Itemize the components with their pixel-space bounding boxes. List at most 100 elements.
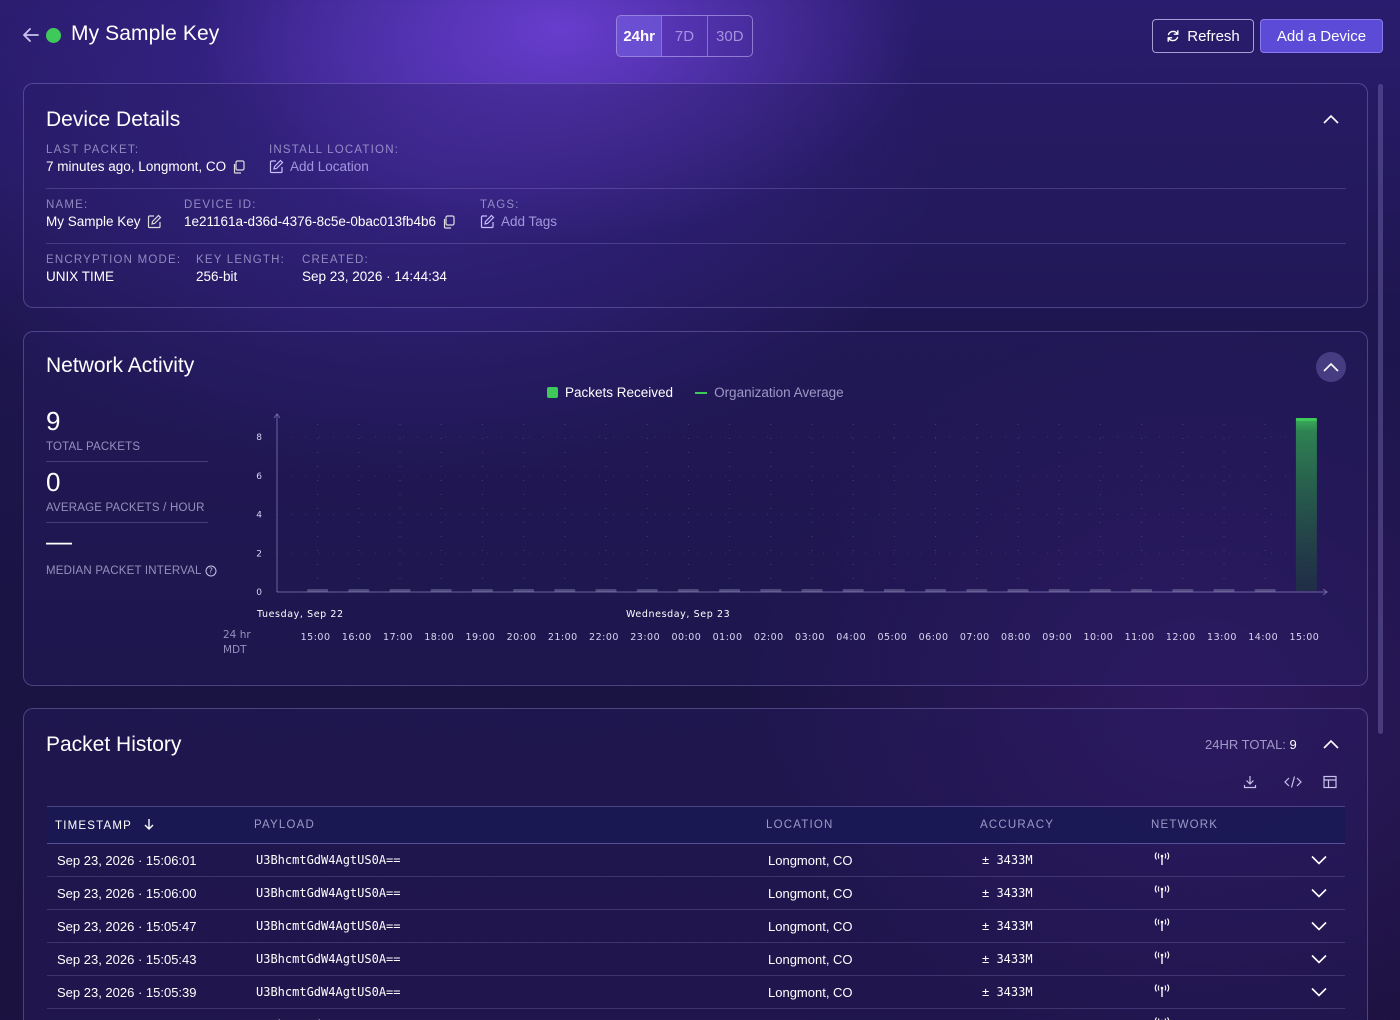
column-payload[interactable]: PAYLOAD xyxy=(246,807,758,844)
tags-field: TAGS: Add Tags xyxy=(480,199,557,229)
packet-history-collapse-button[interactable] xyxy=(1316,729,1346,759)
row-expand-button[interactable] xyxy=(1301,1009,1345,1020)
row-network xyxy=(1143,943,1301,976)
edit-icon[interactable] xyxy=(147,214,162,229)
chevron-down-icon xyxy=(1311,954,1327,964)
x-tick-label: 11:00 xyxy=(1125,632,1155,643)
signal-tower-icon xyxy=(1154,884,1170,898)
table-row[interactable]: Sep 23, 2026 · 15:06:00 U3BhcmtGdW4AgtUS0… xyxy=(47,877,1345,910)
add-device-button[interactable]: Add a Device xyxy=(1260,19,1383,53)
column-timestamp[interactable]: TIMESTAMP xyxy=(47,807,246,844)
row-accuracy: ± 3433M xyxy=(982,919,1033,933)
download-icon xyxy=(1243,776,1257,789)
chart-bar xyxy=(677,589,699,592)
row-accuracy: ± 3433M xyxy=(982,952,1033,966)
row-expand-button[interactable] xyxy=(1301,877,1345,910)
y-tick-label: 6 xyxy=(256,472,262,482)
top-bar: My Sample Key 24hr 7D 30D Refresh Add a … xyxy=(0,0,1400,72)
chart-bar xyxy=(348,589,370,592)
chart-bar xyxy=(430,589,452,592)
key-length-label: KEY LENGTH: xyxy=(196,254,286,266)
packet-total-value: 9 xyxy=(1289,737,1297,752)
last-packet-value: 7 minutes ago, Longmont, CO xyxy=(46,159,227,174)
table-row[interactable]: Sep 23, 2026 · 15:05:43 U3BhcmtGdW4AgtUS0… xyxy=(47,943,1345,976)
row-accuracy: ± 3433M xyxy=(982,886,1033,900)
x-tick-label: 03:00 xyxy=(795,632,825,643)
chart-bar xyxy=(1048,589,1070,592)
add-tags-link[interactable]: Add Tags xyxy=(480,214,557,229)
range-24hr-button[interactable]: 24hr xyxy=(617,16,662,56)
x-tick-label: 02:00 xyxy=(754,632,784,643)
chart-bar xyxy=(307,589,329,592)
install-location-field: INSTALL LOCATION: Add Location xyxy=(269,144,399,174)
column-accuracy[interactable]: ACCURACY xyxy=(972,807,1143,844)
row-payload: U3BhcmtGdW4AgtUS0A== xyxy=(256,853,401,867)
row-network xyxy=(1143,877,1301,910)
chevron-up-icon xyxy=(1323,739,1339,749)
add-location-link[interactable]: Add Location xyxy=(269,159,399,174)
chart-bar xyxy=(595,589,617,592)
row-expand-button[interactable] xyxy=(1301,943,1345,976)
back-arrow-icon[interactable] xyxy=(22,25,40,45)
column-location[interactable]: LOCATION xyxy=(758,807,972,844)
y-tick-label: 2 xyxy=(256,549,262,559)
signal-tower-icon xyxy=(1154,1016,1170,1020)
table-row[interactable]: Sep 23, 2026 · 15:05:47 U3BhcmtGdW4AgtUS0… xyxy=(47,910,1345,943)
chart-bar xyxy=(1254,589,1276,592)
copy-icon[interactable] xyxy=(442,214,455,229)
name-label: NAME: xyxy=(46,199,89,211)
copy-icon[interactable] xyxy=(232,159,245,174)
x-tick-label: 06:00 xyxy=(919,632,949,643)
row-expand-button[interactable] xyxy=(1301,844,1345,877)
key-length-field: KEY LENGTH: 256-bit xyxy=(196,254,285,284)
encryption-label: ENCRYPTION MODE: xyxy=(46,254,182,266)
chart-bar xyxy=(760,589,782,592)
row-timestamp: Sep 23, 2026 · 15:05:47 xyxy=(57,918,197,934)
signal-tower-icon xyxy=(1154,950,1170,964)
row-expand-button[interactable] xyxy=(1301,976,1345,1009)
time-range-selector: 24hr 7D 30D xyxy=(616,15,753,57)
row-location: Longmont, CO xyxy=(758,1009,972,1020)
day-label-tuesday: Tuesday, Sep 22 xyxy=(256,609,344,620)
refresh-button[interactable]: Refresh xyxy=(1152,19,1254,53)
table-view-button[interactable] xyxy=(1320,772,1340,792)
x-tick-label: 17:00 xyxy=(383,632,413,643)
x-tick-label: 22:00 xyxy=(589,632,619,643)
x-tick-label: 09:00 xyxy=(1042,632,1072,643)
x-tick-label: 15:00 xyxy=(1289,632,1319,643)
name-field: NAME: My Sample Key xyxy=(46,199,162,229)
page-title: My Sample Key xyxy=(71,22,220,45)
row-timestamp: Sep 23, 2026 · 15:05:30 xyxy=(47,1009,246,1020)
chart-bar xyxy=(1172,589,1194,592)
signal-tower-icon xyxy=(1154,851,1170,865)
x-tick-label: 01:00 xyxy=(713,632,743,643)
row-location: Longmont, CO xyxy=(768,984,853,1000)
range-7d-button[interactable]: 7D xyxy=(661,16,706,56)
status-indicator xyxy=(46,28,61,43)
code-view-button[interactable] xyxy=(1283,772,1303,792)
x-tick-label: 18:00 xyxy=(424,632,454,643)
chart-bar xyxy=(554,589,576,592)
x-tick-label: 14:00 xyxy=(1248,632,1278,643)
sort-desc-icon xyxy=(144,819,154,830)
row-timestamp: Sep 23, 2026 · 15:05:39 xyxy=(57,984,197,1000)
row-network xyxy=(1143,844,1301,877)
device-details-collapse-button[interactable] xyxy=(1316,104,1346,134)
download-button[interactable] xyxy=(1240,772,1260,792)
column-network[interactable]: NETWORK xyxy=(1143,807,1301,844)
table-row[interactable]: Sep 23, 2026 · 15:05:30U3BhcmtGdW4AgtUS0… xyxy=(47,1009,1345,1020)
x-tick-label: 23:00 xyxy=(630,632,660,643)
table-row[interactable]: Sep 23, 2026 · 15:06:01 U3BhcmtGdW4AgtUS0… xyxy=(47,844,1345,877)
range-30d-button[interactable]: 30D xyxy=(706,16,752,56)
page-scrollbar[interactable] xyxy=(1378,84,1383,734)
table-row[interactable]: Sep 23, 2026 · 15:05:39 U3BhcmtGdW4AgtUS0… xyxy=(47,976,1345,1009)
x-tick-label: 05:00 xyxy=(877,632,907,643)
x-tick-label: 19:00 xyxy=(465,632,495,643)
encryption-field: ENCRYPTION MODE: UNIX TIME xyxy=(46,254,181,284)
chevron-down-icon xyxy=(1311,888,1327,898)
column-timestamp-label: TIMESTAMP xyxy=(55,820,132,832)
row-payload: U3BhcmtGdW4AgtUS0A== xyxy=(256,886,401,900)
row-expand-button[interactable] xyxy=(1301,910,1345,943)
row-timestamp: Sep 23, 2026 · 15:06:01 xyxy=(57,852,197,868)
x-tick-label: 12:00 xyxy=(1166,632,1196,643)
